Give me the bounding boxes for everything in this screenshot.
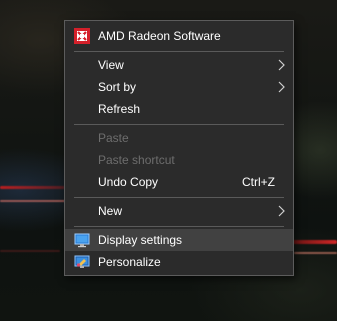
- menu-item-label: Display settings: [98, 233, 183, 247]
- menu-item-label: Sort by: [98, 80, 137, 94]
- menu-item-paste[interactable]: Paste: [65, 127, 293, 149]
- display-settings-icon: [74, 232, 90, 248]
- chevron-right-icon: [275, 81, 287, 93]
- menu-item-label: Refresh: [98, 102, 141, 116]
- menu-item-personalize[interactable]: Personalize: [65, 251, 293, 273]
- menu-item-label: New: [98, 204, 123, 218]
- menu-item-label: Personalize: [98, 255, 161, 269]
- menu-separator: [74, 226, 284, 227]
- menu-item-display-settings[interactable]: Display settings: [65, 229, 293, 251]
- menu-item-label: Undo Copy: [98, 175, 159, 189]
- menu-separator: [74, 51, 284, 52]
- menu-separator: [74, 197, 284, 198]
- context-menu: AMD Radeon Software View Sort by Refresh…: [64, 20, 294, 276]
- menu-separator: [74, 124, 284, 125]
- menu-item-label: View: [98, 58, 124, 72]
- menu-item-paste-shortcut[interactable]: Paste shortcut: [65, 149, 293, 171]
- wallpaper-streak: [0, 186, 70, 189]
- personalize-icon: [74, 254, 90, 270]
- menu-item-new[interactable]: New: [65, 200, 293, 222]
- keyboard-shortcut: Ctrl+Z: [242, 175, 275, 189]
- menu-item-sort-by[interactable]: Sort by: [65, 76, 293, 98]
- wallpaper-streak: [0, 250, 60, 252]
- menu-item-refresh[interactable]: Refresh: [65, 98, 293, 120]
- menu-item-label: Paste shortcut: [98, 153, 175, 167]
- menu-item-amd-radeon-software[interactable]: AMD Radeon Software: [65, 25, 293, 47]
- chevron-right-icon: [275, 59, 287, 71]
- desktop-background[interactable]: AMD Radeon Software View Sort by Refresh…: [0, 0, 337, 321]
- menu-item-label: Paste: [98, 131, 129, 145]
- wallpaper-streak: [0, 200, 66, 202]
- menu-item-undo-copy[interactable]: Undo Copy Ctrl+Z: [65, 171, 293, 193]
- amd-radeon-icon: [74, 28, 90, 44]
- chevron-right-icon: [275, 205, 287, 217]
- menu-item-label: AMD Radeon Software: [98, 29, 221, 43]
- wallpaper-streak: [294, 252, 337, 254]
- wallpaper-streak: [290, 240, 337, 244]
- menu-item-view[interactable]: View: [65, 54, 293, 76]
